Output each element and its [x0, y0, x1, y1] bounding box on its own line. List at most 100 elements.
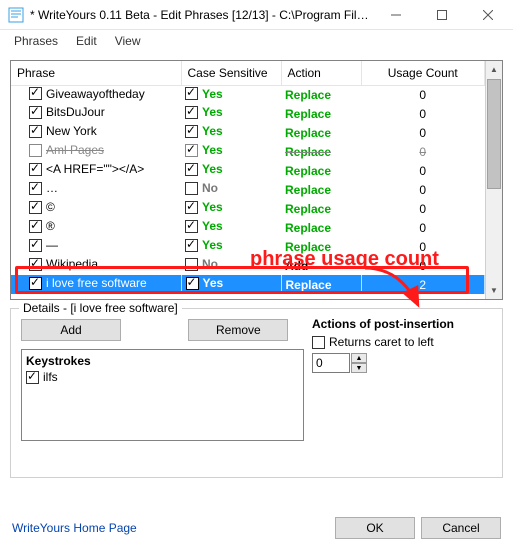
col-action[interactable]: Action [281, 61, 361, 85]
col-case-sensitive[interactable]: Case Sensitive [181, 61, 281, 85]
phrase-text: Giveawayoftheday [46, 87, 145, 101]
cs-checkbox[interactable] [185, 182, 198, 195]
action-text: Replace [285, 126, 331, 140]
table-row[interactable]: ©YesReplace0 [11, 199, 485, 218]
cs-text: No [202, 257, 218, 271]
grid-scrollbar[interactable]: ▲ ▼ [485, 61, 502, 299]
menu-phrases[interactable]: Phrases [6, 32, 66, 50]
menu-edit[interactable]: Edit [68, 32, 105, 50]
usage-text: 0 [361, 256, 485, 275]
table-row[interactable]: i love free softwareYesReplace2 [11, 275, 485, 294]
scroll-up-icon[interactable]: ▲ [486, 61, 502, 78]
usage-text: 0 [361, 123, 485, 142]
cs-text: Yes [202, 219, 223, 233]
phrase-checkbox[interactable] [29, 106, 42, 119]
returns-caret-checkbox[interactable] [312, 336, 325, 349]
phrase-text: — [46, 238, 58, 252]
phrase-checkbox[interactable] [29, 220, 42, 233]
homepage-link[interactable]: WriteYours Home Page [12, 521, 329, 535]
cs-text: Yes [202, 105, 223, 119]
table-row[interactable]: <A HREF=""></A> Yes Replace 0 [11, 161, 485, 180]
action-text: Replace [285, 164, 331, 178]
cs-checkbox[interactable] [185, 220, 198, 233]
close-button[interactable] [465, 0, 511, 30]
phrase-checkbox[interactable] [29, 163, 42, 176]
phrase-text: ® [46, 219, 55, 233]
col-phrase[interactable]: Phrase [11, 61, 181, 85]
ok-button[interactable]: OK [335, 517, 415, 539]
cs-text: Yes [203, 276, 224, 290]
add-button[interactable]: Add [21, 319, 121, 341]
phrase-checkbox[interactable] [29, 144, 42, 157]
keystroke-item[interactable]: ilfs [26, 370, 299, 384]
table-row[interactable]: BitsDuJourYesReplace0 [11, 104, 485, 123]
scroll-down-icon[interactable]: ▼ [486, 282, 502, 299]
post-insertion-spin: ▲ ▼ [312, 353, 492, 373]
post-insertion-label: Actions of post-insertion [312, 317, 492, 331]
action-text: Replace [285, 202, 331, 216]
phrase-text: <A HREF=""></A> [46, 162, 144, 176]
usage-text: 0 [361, 161, 485, 180]
window-title: * WriteYours 0.11 Beta - Edit Phrases [1… [30, 8, 373, 22]
cs-checkbox[interactable] [185, 106, 198, 119]
remove-button[interactable]: Remove [188, 319, 288, 341]
cancel-button[interactable]: Cancel [421, 517, 501, 539]
table-row[interactable]: … No Replace 0 [11, 180, 485, 199]
menu-view[interactable]: View [107, 32, 149, 50]
cs-text: Yes [202, 124, 223, 138]
action-text: Replace [285, 88, 331, 102]
phrase-text: New York [46, 124, 97, 138]
cs-checkbox[interactable] [185, 258, 198, 271]
phrase-checkbox[interactable] [29, 201, 42, 214]
phrase-text: … [46, 181, 58, 195]
cs-checkbox[interactable] [185, 144, 198, 157]
titlebar: * WriteYours 0.11 Beta - Edit Phrases [1… [0, 0, 513, 30]
spin-input[interactable] [312, 353, 350, 373]
cs-text: No [202, 181, 218, 195]
table-row[interactable]: Aml PagesYesReplace0 [11, 142, 485, 161]
details-fieldset: Details - [i love free software] Add Rem… [10, 308, 503, 478]
menubar: Phrases Edit View [0, 30, 513, 52]
cs-checkbox[interactable] [185, 201, 198, 214]
app-icon [8, 7, 24, 23]
phrase-checkbox[interactable] [29, 277, 42, 290]
action-text: Replace [285, 221, 331, 235]
cs-text: Yes [202, 200, 223, 214]
returns-caret-option[interactable]: Returns caret to left [312, 335, 492, 349]
keystrokes-header: Keystrokes [26, 354, 299, 368]
cs-checkbox[interactable] [185, 239, 198, 252]
table-row[interactable]: —YesReplace0 [11, 237, 485, 256]
phrase-text: Aml Pages [46, 143, 104, 157]
cs-checkbox[interactable] [185, 87, 198, 100]
cs-checkbox[interactable] [186, 277, 199, 290]
minimize-button[interactable] [373, 0, 419, 30]
phrase-checkbox[interactable] [29, 239, 42, 252]
keystrokes-listbox[interactable]: Keystrokes ilfs [21, 349, 304, 441]
action-text: Add [285, 259, 308, 273]
table-row[interactable]: Wikipedia No Add 0 [11, 256, 485, 275]
spin-up-icon[interactable]: ▲ [351, 353, 367, 363]
table-row[interactable]: New York Yes Replace 0 [11, 123, 485, 142]
cs-text: Yes [202, 162, 223, 176]
cs-text: Yes [202, 87, 223, 101]
phrase-checkbox[interactable] [29, 182, 42, 195]
table-row[interactable]: ®YesReplace0 [11, 218, 485, 237]
cs-checkbox[interactable] [185, 125, 198, 138]
returns-caret-text: Returns caret to left [329, 335, 434, 349]
col-usage-count[interactable]: Usage Count [361, 61, 485, 85]
scroll-thumb[interactable] [487, 79, 501, 189]
keystroke-checkbox[interactable] [26, 371, 39, 384]
maximize-button[interactable] [419, 0, 465, 30]
details-legend: Details - [i love free software] [19, 301, 182, 315]
spin-down-icon[interactable]: ▼ [351, 363, 367, 373]
phrase-checkbox[interactable] [29, 87, 42, 100]
phrase-text: i love free software [46, 276, 147, 290]
phrase-checkbox[interactable] [29, 125, 42, 138]
cs-checkbox[interactable] [185, 163, 198, 176]
table-row[interactable]: GiveawayofthedayYesReplace0 [11, 85, 485, 104]
phrase-checkbox[interactable] [29, 258, 42, 271]
usage-text: 0 [361, 180, 485, 199]
phrase-text: © [46, 200, 55, 214]
action-text: Replace [285, 183, 331, 197]
phrase-text: Wikipedia [46, 257, 98, 271]
